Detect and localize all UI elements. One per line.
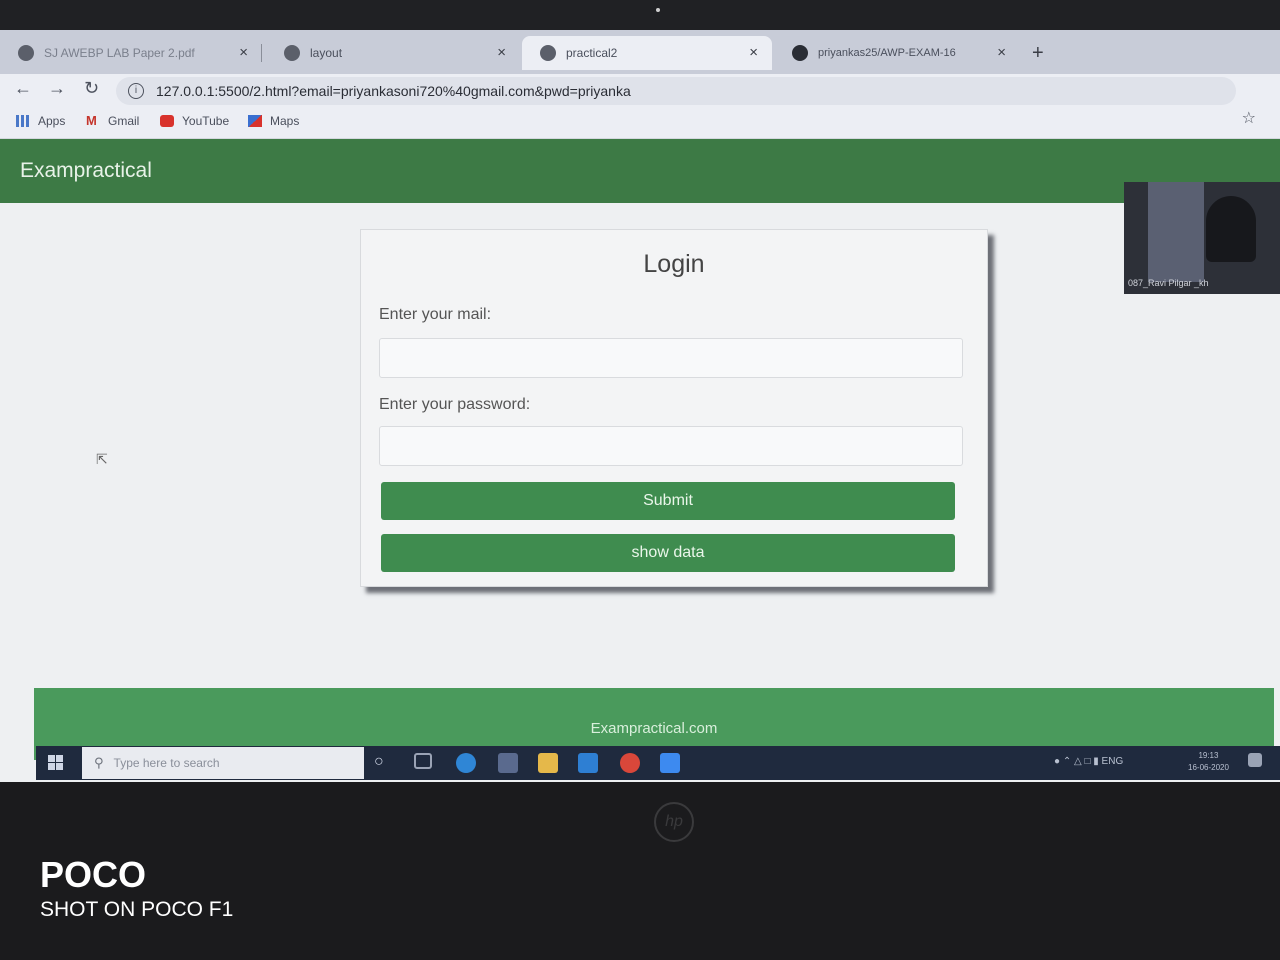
close-icon[interactable]: × — [749, 44, 758, 61]
browser-toolbar: ← → ↻ i 127.0.0.1:5500/2.html?email=priy… — [0, 74, 1280, 108]
close-icon[interactable]: × — [497, 44, 506, 61]
footer-text: Exampractical.com — [590, 720, 718, 737]
bookmarks-bar: Apps M Gmail YouTube Maps — [0, 108, 1280, 139]
video-background — [1148, 182, 1204, 282]
address-bar[interactable]: i 127.0.0.1:5500/2.html?email=priyankaso… — [116, 77, 1236, 105]
show-data-button[interactable]: show data — [381, 534, 955, 572]
taskbar-clock[interactable]: 19:13 16-06-2020 — [1188, 750, 1229, 774]
bookmark-star-icon[interactable]: ☆ — [1242, 108, 1256, 128]
email-label: Enter your mail: — [379, 306, 492, 323]
tab-github[interactable]: priyankas25/AWP-EXAM-16 × — [774, 36, 1020, 70]
webcam-lens — [656, 8, 660, 12]
participant-name: 087_Ravi Pilgar _kh — [1128, 278, 1209, 288]
tab-title: priyankas25/AWP-EXAM-16 — [818, 47, 956, 59]
close-icon[interactable]: × — [239, 44, 248, 61]
bookmark-youtube[interactable]: YouTube — [160, 114, 229, 128]
submit-button[interactable]: Submit — [381, 482, 955, 520]
tab-title: layout — [310, 46, 343, 60]
site-info-icon[interactable]: i — [128, 83, 144, 99]
maps-icon — [248, 115, 262, 127]
gmail-icon: M — [86, 113, 97, 128]
bookmark-gmail[interactable]: M Gmail — [86, 114, 139, 128]
cortana-icon[interactable]: ○ — [374, 753, 394, 773]
web-page: Exampractical ⇱ Login Enter your mail: E… — [0, 139, 1280, 782]
globe-icon — [18, 45, 34, 61]
bookmark-label: YouTube — [182, 114, 230, 128]
email-field[interactable] — [379, 338, 963, 378]
forward-arrow-icon[interactable]: → — [48, 78, 66, 99]
notification-icon[interactable] — [1248, 753, 1262, 767]
tab-title: SJ AWEBP LAB Paper 2.pdf — [44, 46, 195, 60]
file-explorer-icon[interactable] — [538, 753, 558, 773]
reload-icon[interactable]: ↻ — [84, 78, 99, 99]
url-text: 127.0.0.1:5500/2.html?email=priyankasoni… — [156, 83, 631, 99]
bookmark-label: Gmail — [108, 114, 140, 128]
tab-practical2[interactable]: practical2 × — [522, 36, 772, 70]
close-icon[interactable]: × — [997, 44, 1006, 61]
github-icon — [792, 45, 808, 61]
windows-taskbar: ⚲ Type here to search ○ ● ⌃ △ □ ▮ ENG 19… — [36, 746, 1280, 780]
store-icon[interactable] — [498, 753, 518, 773]
laptop-bezel — [0, 0, 1280, 34]
apps-grid-icon — [16, 115, 30, 127]
hp-logo: hp — [654, 802, 694, 842]
taskbar-search-input[interactable]: ⚲ Type here to search — [82, 747, 364, 779]
zoom-icon[interactable] — [660, 753, 680, 773]
camera-watermark-brand: POCO — [40, 854, 147, 895]
youtube-icon — [160, 115, 174, 127]
search-placeholder: Type here to search — [113, 756, 220, 770]
participant-video — [1206, 196, 1256, 262]
chrome-icon[interactable] — [620, 753, 640, 773]
new-tab-button[interactable]: + — [1032, 42, 1044, 65]
back-arrow-icon[interactable]: ← — [14, 78, 32, 99]
bookmark-label: Maps — [270, 114, 300, 128]
password-label: Enter your password: — [379, 396, 531, 413]
login-card: Login Enter your mail: Enter your passwo… — [360, 229, 988, 587]
tab-pdf[interactable]: SJ AWEBP LAB Paper 2.pdf × — [0, 36, 262, 70]
bookmark-apps[interactable]: Apps — [16, 114, 65, 128]
mouse-cursor-icon: ⇱ — [96, 451, 108, 467]
clock-date: 16-06-2020 — [1188, 763, 1229, 772]
browser-tab-strip: SJ AWEBP LAB Paper 2.pdf × layout × prac… — [0, 30, 1280, 74]
tab-title: practical2 — [566, 46, 618, 60]
task-view-icon[interactable] — [414, 753, 432, 769]
bookmark-label: Apps — [38, 114, 66, 128]
vscode-icon[interactable] — [578, 753, 598, 773]
system-tray[interactable]: ● ⌃ △ □ ▮ ENG — [1054, 756, 1123, 767]
windows-start-icon[interactable] — [48, 755, 64, 771]
bookmark-maps[interactable]: Maps — [248, 114, 299, 128]
camera-watermark-caption: SHOT ON POCO F1 — [40, 898, 234, 921]
laptop-screen: SJ AWEBP LAB Paper 2.pdf × layout × prac… — [0, 30, 1280, 782]
globe-icon — [540, 45, 556, 61]
tab-separator — [261, 44, 262, 62]
password-field[interactable] — [379, 426, 963, 466]
clock-time: 19:13 — [1198, 751, 1219, 760]
edge-icon[interactable] — [456, 753, 476, 773]
language-indicator[interactable]: ENG — [1102, 756, 1124, 767]
site-brand[interactable]: Exampractical — [20, 159, 152, 183]
site-navbar: Exampractical — [0, 139, 1280, 203]
globe-icon — [284, 45, 300, 61]
login-title: Login — [643, 250, 705, 278]
video-call-thumbnail[interactable]: 087_Ravi Pilgar _kh — [1124, 182, 1280, 294]
tab-layout[interactable]: layout × — [266, 36, 520, 70]
search-icon: ⚲ — [94, 755, 104, 770]
